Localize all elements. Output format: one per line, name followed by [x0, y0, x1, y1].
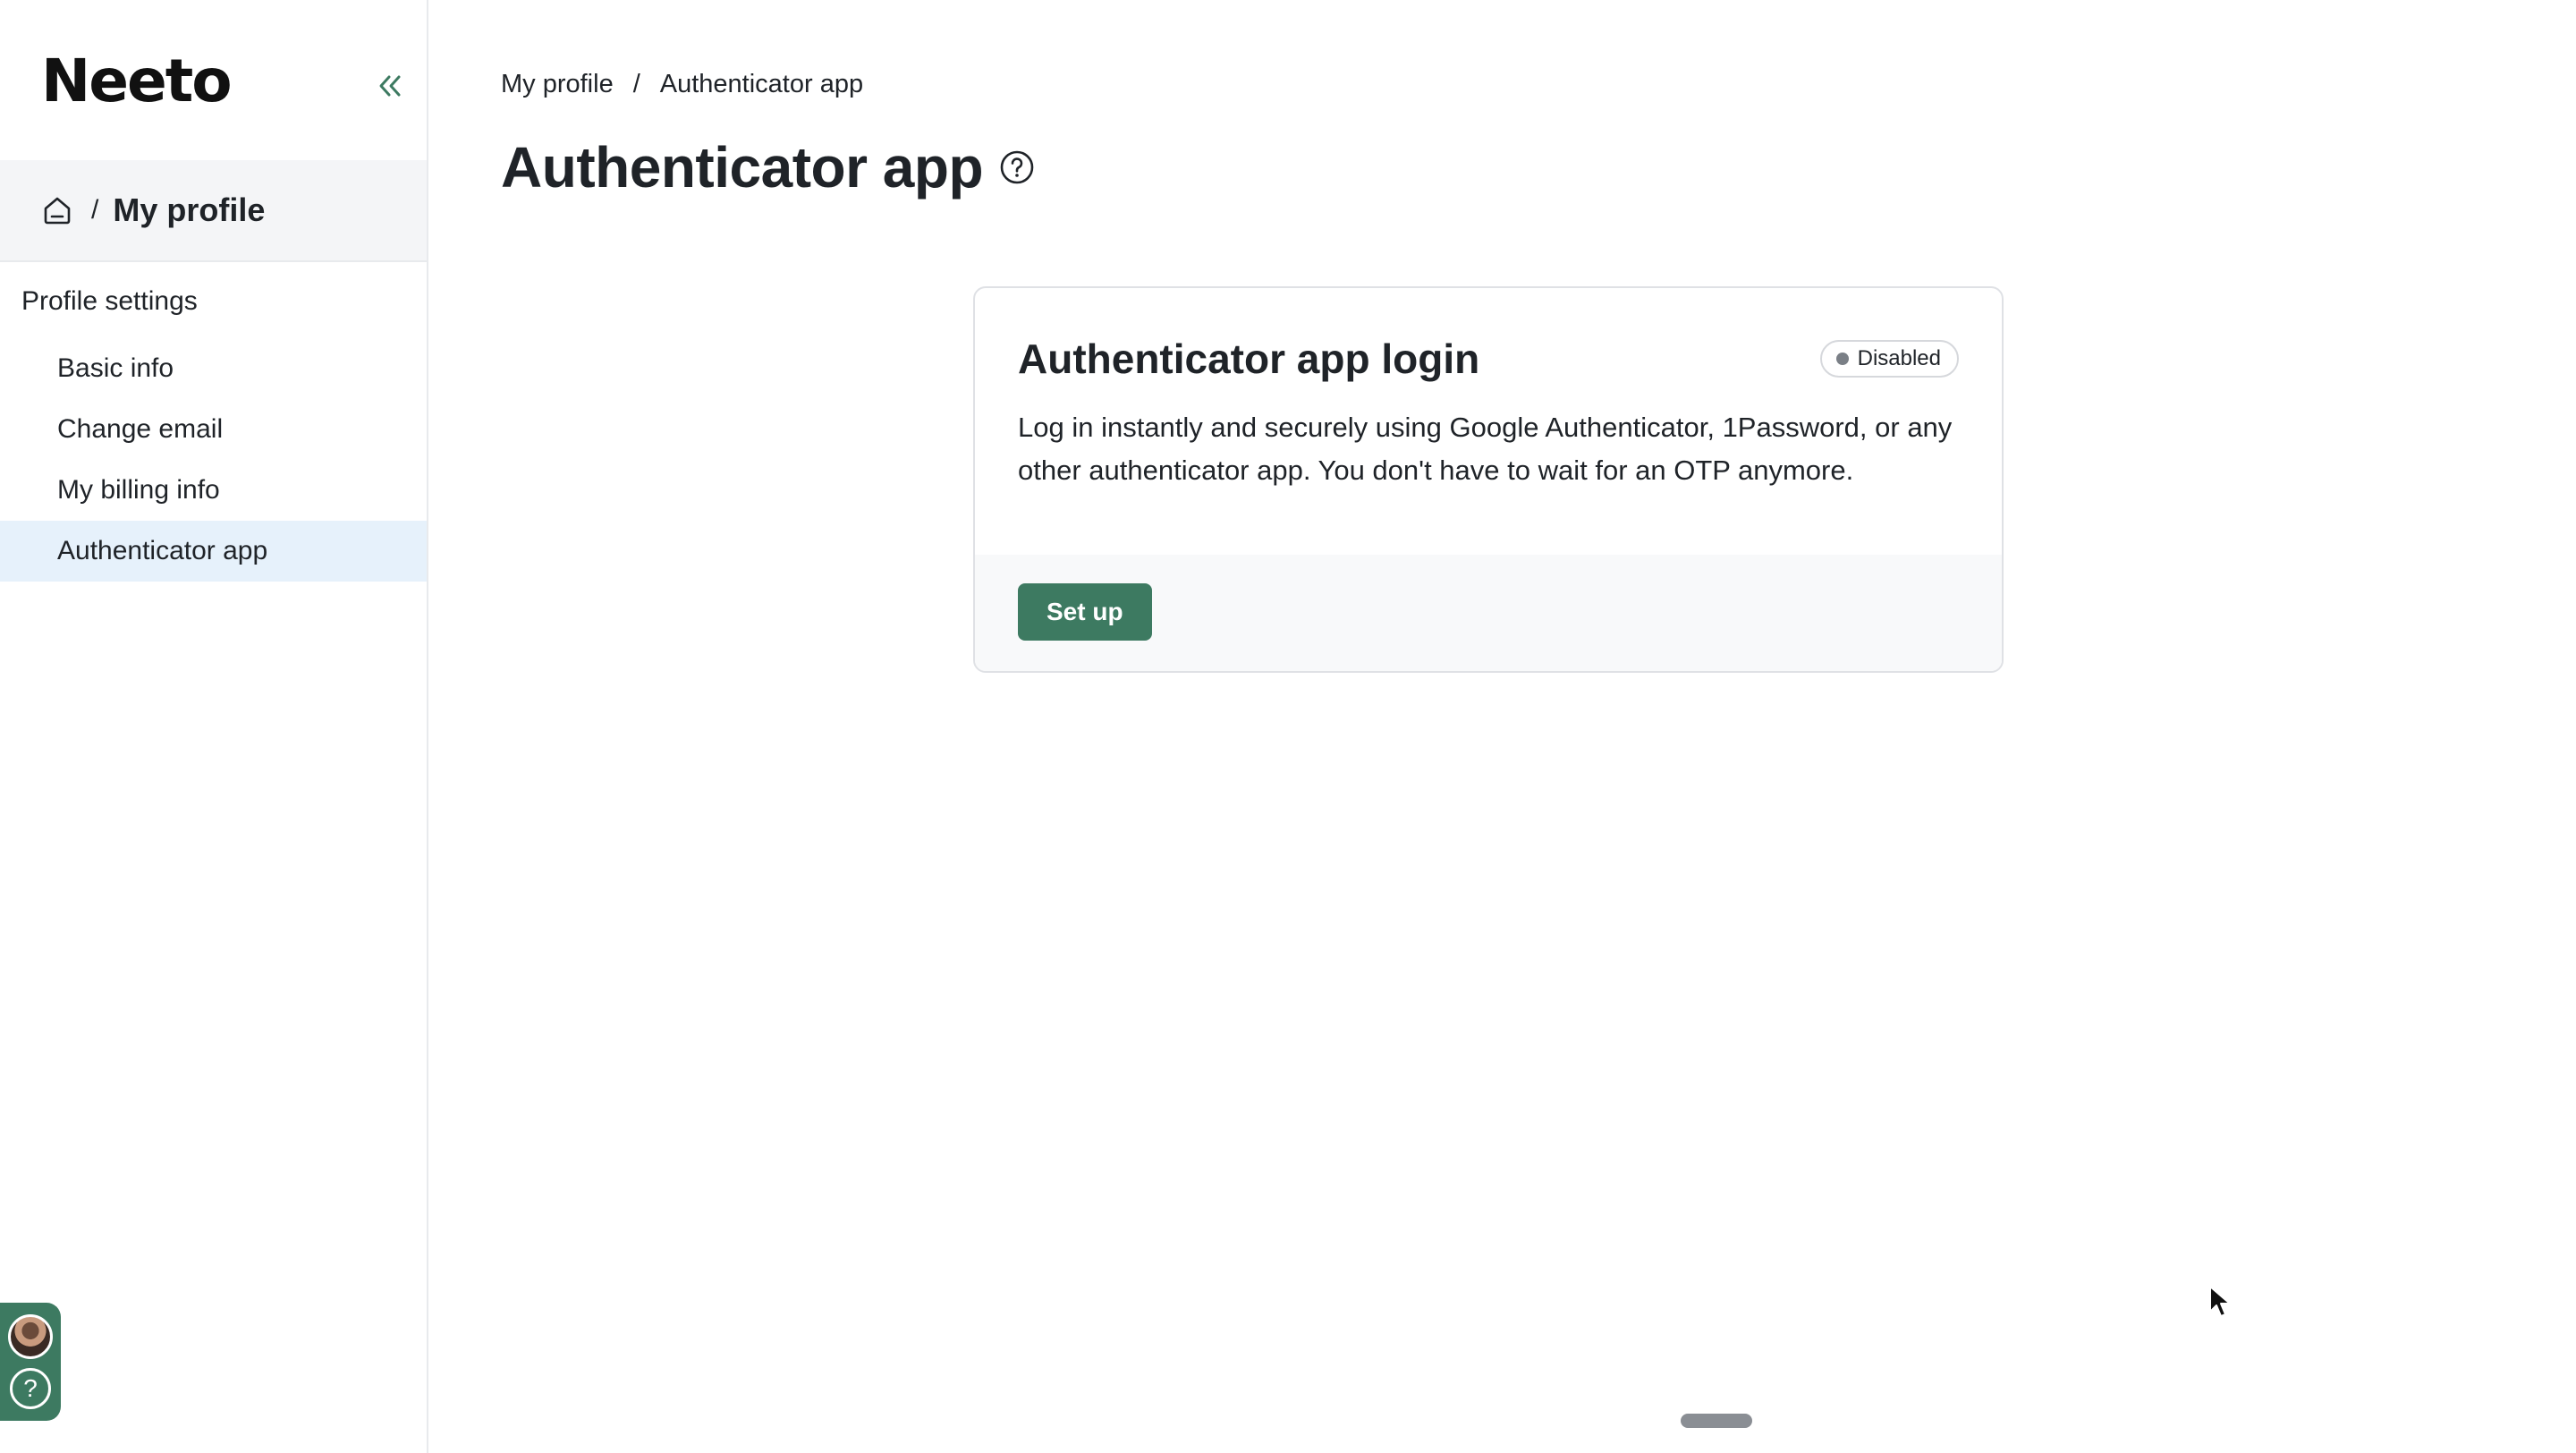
sidebar-item-billing-info[interactable]: My billing info — [0, 460, 427, 521]
breadcrumb: My profile / Authenticator app — [501, 70, 863, 99]
breadcrumb-authenticator-app[interactable]: Authenticator app — [660, 70, 863, 99]
collapse-sidebar-button[interactable] — [369, 66, 411, 106]
card-footer: Set up — [975, 555, 2002, 671]
neeto-logo[interactable]: Neeto — [41, 52, 233, 111]
page-title: Authenticator app — [501, 134, 1035, 200]
card-body: Authenticator app login Disabled Log in … — [975, 288, 2002, 557]
help-circle-icon — [1000, 150, 1034, 184]
status-badge: Disabled — [1819, 340, 1959, 378]
user-avatar[interactable] — [8, 1314, 53, 1359]
status-badge-label: Disabled — [1857, 346, 1941, 370]
page-title-text: Authenticator app — [501, 135, 984, 200]
profile-settings-heading: Profile settings — [21, 286, 198, 316]
app-window: Neeto / My profile Profile settings Basi… — [0, 0, 2576, 1453]
scroll-handle[interactable] — [1681, 1414, 1752, 1428]
sidebar-item-change-email[interactable]: Change email — [0, 399, 427, 460]
status-dot-icon — [1835, 353, 1849, 365]
card-description: Log in instantly and securely using Goog… — [1018, 412, 1953, 486]
set-up-button[interactable]: Set up — [1018, 583, 1152, 641]
sidebar: Neeto / My profile Profile settings Basi… — [0, 0, 428, 1453]
sidebar-breadcrumb: / My profile — [0, 160, 427, 262]
breadcrumb-separator: / — [632, 70, 640, 98]
home-icon — [44, 197, 71, 225]
authenticator-card: Authenticator app login Disabled Log in … — [973, 286, 2004, 673]
collapse-sidebar-icon — [379, 75, 401, 97]
breadcrumb-my-profile[interactable]: My profile — [501, 70, 614, 99]
floating-action-bar: ? — [0, 1303, 61, 1421]
main-content: My profile / Authenticator app Authentic… — [428, 0, 2576, 1453]
help-circle-icon: ? — [23, 1374, 38, 1402]
sidebar-breadcrumb-title: My profile — [113, 191, 266, 228]
breadcrumb-separator: / — [91, 195, 99, 225]
card-title: Authenticator app login — [1018, 336, 1480, 382]
cursor-pointer-icon — [2209, 1286, 2231, 1317]
home-link[interactable] — [41, 194, 73, 226]
sidebar-item-basic-info[interactable]: Basic info — [0, 338, 427, 399]
help-button[interactable]: ? — [10, 1368, 51, 1409]
sidebar-nav: Basic info Change email My billing info … — [0, 338, 427, 582]
sidebar-item-authenticator-app[interactable]: Authenticator app — [0, 521, 427, 582]
help-tooltip-button[interactable] — [999, 149, 1035, 185]
